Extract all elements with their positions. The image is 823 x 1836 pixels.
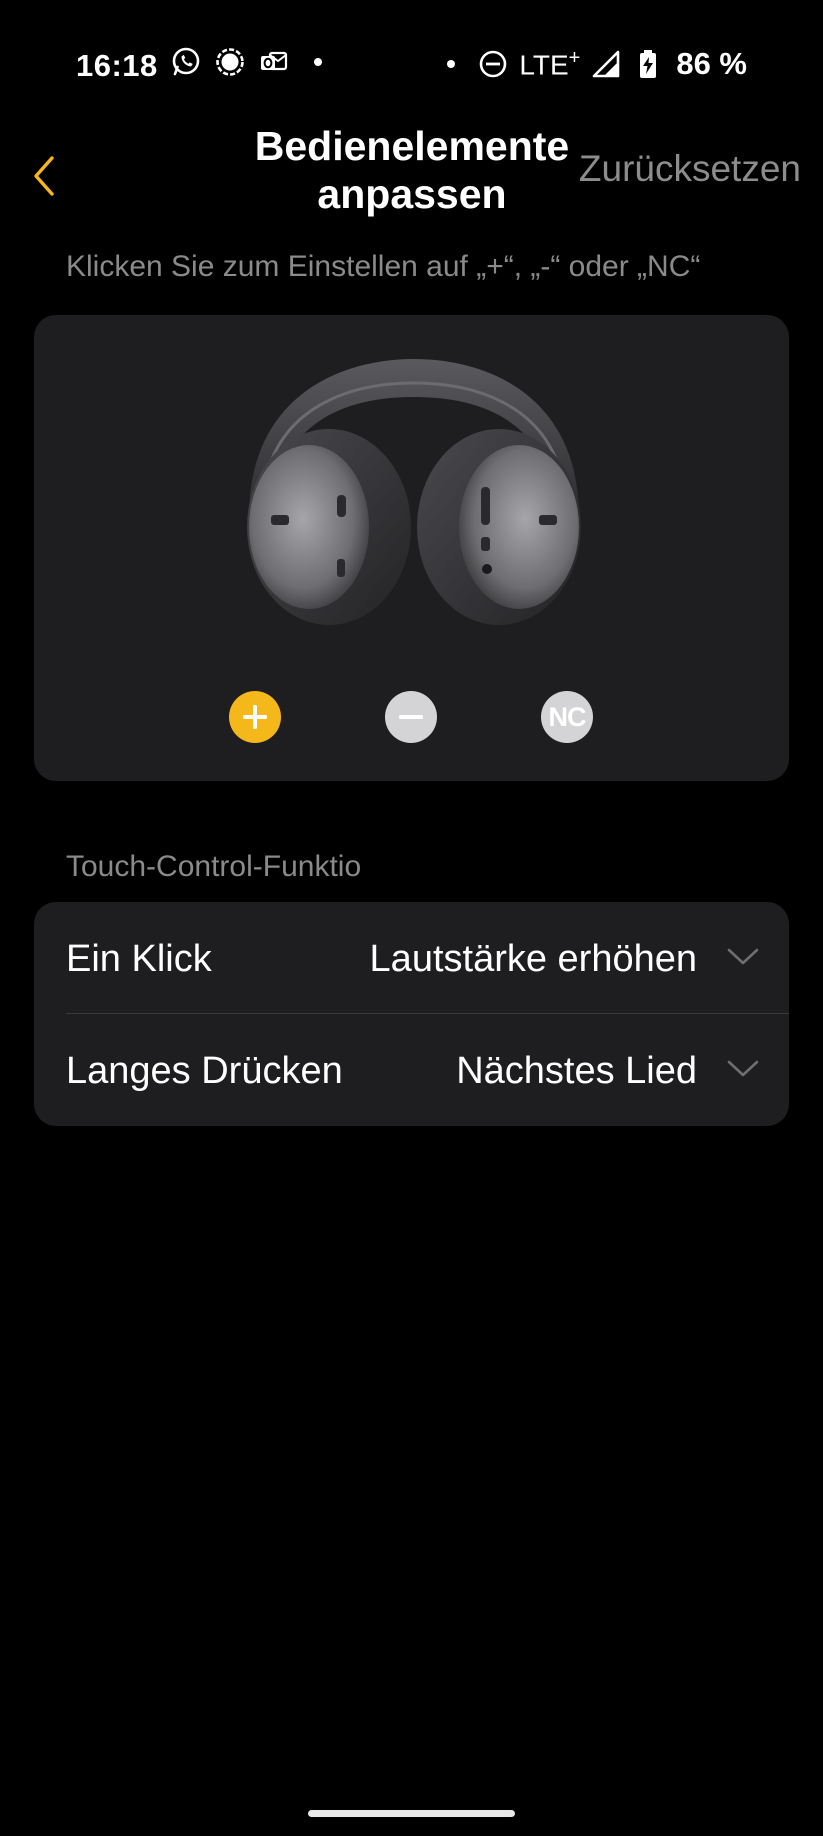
setting-row-long-press[interactable]: Langes Drücken Nächstes Lied — [34, 1014, 789, 1126]
minus-control-button[interactable] — [385, 691, 437, 743]
setting-row-single-click[interactable]: Ein Klick Lautstärke erhöhen — [34, 902, 789, 1014]
nc-control-button[interactable]: NC — [541, 691, 593, 743]
chevron-left-icon — [34, 156, 54, 196]
setting-value: Nächstes Lied — [456, 1050, 697, 1092]
minus-icon — [399, 715, 423, 719]
home-indicator[interactable] — [308, 1810, 515, 1817]
touch-control-settings: Ein Klick Lautstärke erhöhen Langes Drüc… — [34, 902, 789, 1126]
section-label: Touch-Control-Funktio — [66, 850, 362, 883]
cell-signal-icon — [590, 48, 622, 80]
battery-percentage: 86 % — [676, 46, 747, 81]
headphone-card: NC — [34, 315, 789, 781]
instruction-text: Klicken Sie zum Einstellen auf „+“, „-“ … — [66, 250, 701, 283]
headphones-image — [247, 359, 581, 625]
status-time: 16:18 — [76, 48, 158, 83]
signal-messenger-icon — [214, 46, 246, 78]
setting-label: Langes Drücken — [66, 1050, 343, 1092]
notification-icons — [170, 46, 334, 78]
chevron-down-icon — [725, 942, 761, 972]
plus-icon — [243, 705, 267, 729]
whatsapp-icon — [170, 46, 202, 78]
chevron-down-icon — [725, 1054, 761, 1084]
plus-control-button[interactable] — [229, 691, 281, 743]
header: Bedienelemente anpassen Zurücksetzen — [0, 110, 823, 230]
network-type: LTE+ — [519, 46, 581, 81]
page-title: Bedienelemente anpassen — [254, 123, 570, 217]
nc-label: NC — [548, 701, 587, 732]
setting-value: Lautstärke erhöhen — [369, 938, 697, 980]
do-not-disturb-icon — [477, 48, 509, 80]
system-icons: LTE+ 86 % — [435, 46, 747, 82]
notification-dot — [314, 58, 322, 66]
outlook-icon — [258, 46, 290, 78]
notification-dot — [447, 60, 456, 68]
back-button[interactable] — [22, 148, 66, 204]
setting-label: Ein Klick — [66, 938, 212, 980]
reset-button[interactable]: Zurücksetzen — [579, 148, 801, 190]
battery-charging-icon — [632, 48, 664, 80]
